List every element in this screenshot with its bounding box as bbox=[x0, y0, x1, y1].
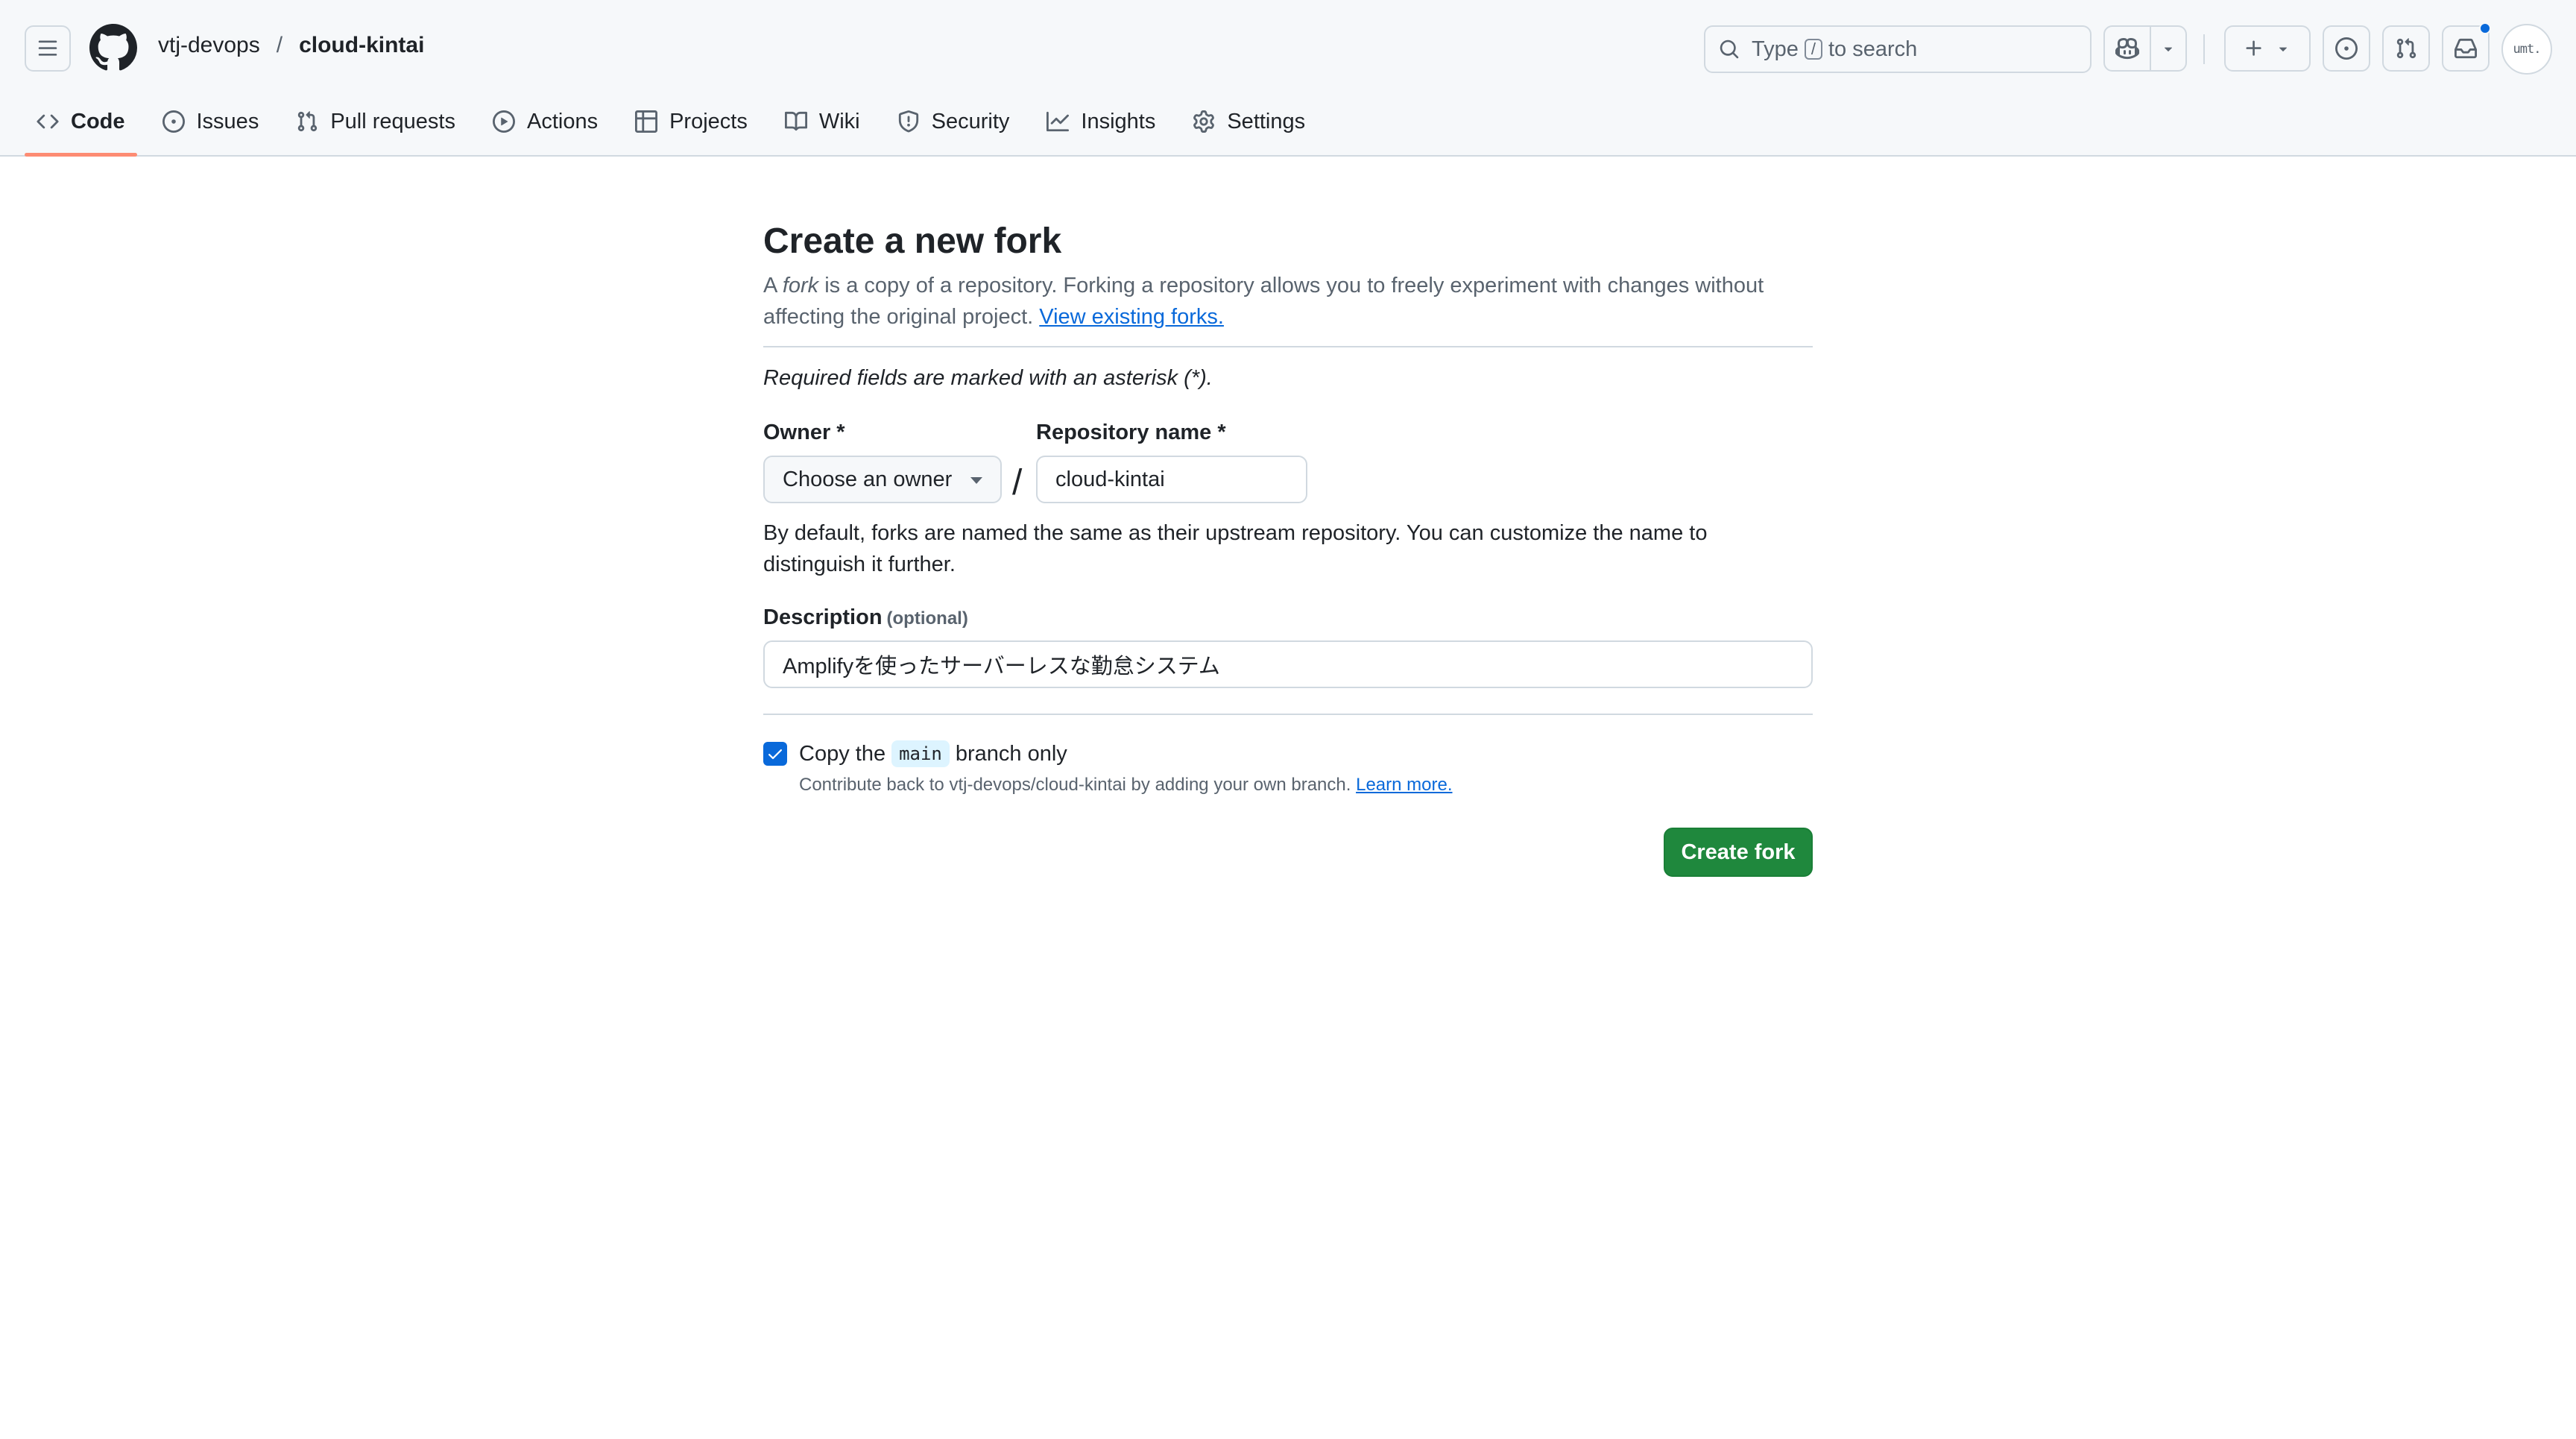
tab-insights[interactable]: Insights bbox=[1035, 98, 1167, 145]
check-icon bbox=[768, 749, 782, 760]
repo-name-label: Repository name * bbox=[1036, 421, 1226, 444]
tab-pull-requests[interactable]: Pull requests bbox=[284, 98, 467, 145]
repo-nav-tabs: Code Issues Pull requests Actions Projec… bbox=[25, 98, 1330, 157]
breadcrumb-owner-link[interactable]: vtj-devops bbox=[158, 33, 260, 58]
header-divider bbox=[2203, 34, 2205, 64]
repo-name-field: Repository name * cloud-kintai bbox=[1036, 421, 1307, 503]
description-field: Description (optional) Amplifyを使ったサーバーレスな… bbox=[763, 605, 1813, 688]
description-optional: (optional) bbox=[886, 608, 968, 629]
caret-down-icon bbox=[970, 477, 982, 484]
git-pull-request-icon bbox=[2396, 38, 2416, 59]
graph-icon bbox=[1046, 111, 1070, 132]
shield-icon bbox=[898, 110, 918, 133]
git-pull-request-icon bbox=[298, 111, 318, 132]
repo-name-input[interactable]: cloud-kintai bbox=[1036, 456, 1307, 503]
tab-settings[interactable]: Settings bbox=[1181, 98, 1317, 145]
tab-wiki[interactable]: Wiki bbox=[773, 98, 872, 145]
avatar-text: umt. bbox=[2513, 42, 2542, 57]
issue-opened-icon bbox=[162, 110, 185, 133]
intro-prefix: A bbox=[763, 274, 783, 297]
intro-text: A fork is a copy of a repository. Forkin… bbox=[763, 270, 1807, 333]
learn-more-link[interactable]: Learn more. bbox=[1356, 775, 1452, 795]
tab-actions-label: Actions bbox=[526, 109, 599, 133]
tab-code-label: Code bbox=[71, 109, 125, 133]
copy-suffix: branch only bbox=[955, 741, 1067, 766]
breadcrumb-separator: / bbox=[276, 33, 283, 57]
tab-projects-label: Projects bbox=[669, 109, 748, 133]
tab-insights-label: Insights bbox=[1081, 109, 1156, 133]
breadcrumb-repo-link[interactable]: cloud-kintai bbox=[299, 33, 424, 58]
pull-requests-button[interactable] bbox=[2382, 25, 2430, 72]
owner-select[interactable]: Choose an owner bbox=[763, 456, 1002, 503]
copy-main-branch-checkbox[interactable] bbox=[763, 742, 787, 766]
gear-icon bbox=[1193, 110, 1215, 133]
copilot-button[interactable] bbox=[2103, 25, 2151, 72]
intro-body: is a copy of a repository. Forking a rep… bbox=[763, 274, 1764, 329]
tab-actions[interactable]: Actions bbox=[481, 98, 610, 145]
top-bar: vtj-devops / cloud-kintai Type / to sear… bbox=[0, 0, 2576, 98]
create-new-button[interactable] bbox=[2224, 25, 2311, 72]
owner-repo-row: Owner * Choose an owner / Repository nam… bbox=[763, 421, 1813, 517]
hamburger-icon bbox=[38, 40, 57, 56]
search-suffix-text: to search bbox=[1828, 37, 1918, 61]
tab-wiki-label: Wiki bbox=[818, 109, 860, 133]
copilot-dropdown-button[interactable] bbox=[2151, 25, 2187, 72]
copy-note-text: Contribute back to vtj-devops/cloud-kint… bbox=[799, 775, 1351, 795]
create-fork-button[interactable]: Create fork bbox=[1664, 828, 1813, 877]
triangle-down-icon bbox=[2279, 47, 2288, 51]
owner-label: Owner * bbox=[763, 421, 845, 444]
tab-issues-label: Issues bbox=[196, 109, 259, 133]
page-title: Create a new fork bbox=[763, 221, 1062, 261]
description-input[interactable]: Amplifyを使ったサーバーレスな勤怠システム bbox=[763, 640, 1813, 688]
copilot-icon bbox=[2115, 37, 2139, 60]
copy-main-branch-text: Copy the main branch only Contribute bac… bbox=[799, 740, 1453, 796]
issue-opened-icon bbox=[2335, 37, 2358, 60]
search-input[interactable]: Type / to search bbox=[1704, 25, 2092, 73]
inbox-icon bbox=[2455, 38, 2477, 59]
tab-settings-label: Settings bbox=[1227, 109, 1306, 133]
description-label-text: Description bbox=[763, 605, 883, 629]
owner-repo-slash: / bbox=[1012, 463, 1023, 503]
owner-field: Owner * Choose an owner bbox=[763, 421, 1002, 503]
tab-security-label: Security bbox=[931, 109, 1010, 133]
tab-projects[interactable]: Projects bbox=[623, 98, 760, 145]
description-value: Amplifyを使ったサーバーレスな勤怠システム bbox=[783, 655, 1220, 678]
table-icon bbox=[635, 110, 658, 133]
menu-button[interactable] bbox=[25, 25, 71, 72]
tab-issues[interactable]: Issues bbox=[151, 98, 271, 145]
fork-form: Create a new fork A fork is a copy of a … bbox=[763, 216, 1813, 877]
copy-main-branch-note: Contribute back to vtj-devops/cloud-kint… bbox=[799, 775, 1453, 796]
divider bbox=[763, 346, 1813, 347]
search-prefix-text: Type bbox=[1752, 37, 1799, 61]
tab-security[interactable]: Security bbox=[886, 98, 1022, 145]
copy-main-branch-label[interactable]: Copy the main branch only bbox=[799, 740, 1453, 767]
required-fields-note: Required fields are marked with an aster… bbox=[763, 366, 1213, 390]
search-placeholder: Type / to search bbox=[1752, 37, 1917, 62]
book-icon bbox=[784, 111, 807, 131]
divider bbox=[763, 714, 1813, 715]
search-shortcut-key: / bbox=[1804, 39, 1822, 60]
github-logo-icon[interactable] bbox=[89, 24, 137, 72]
code-icon bbox=[37, 114, 59, 129]
issues-button[interactable] bbox=[2323, 25, 2370, 72]
intro-fork-word: fork bbox=[782, 274, 819, 297]
avatar[interactable]: umt. bbox=[2501, 24, 2552, 75]
triangle-down-icon bbox=[2164, 47, 2173, 51]
repo-name-value: cloud-kintai bbox=[1055, 467, 1165, 491]
search-icon bbox=[1720, 40, 1739, 59]
app-header: vtj-devops / cloud-kintai Type / to sear… bbox=[0, 0, 2576, 157]
description-label: Description (optional) bbox=[763, 605, 1813, 630]
view-existing-forks-link[interactable]: View existing forks. bbox=[1039, 305, 1224, 329]
owner-select-value: Choose an owner bbox=[783, 467, 953, 491]
branch-name-code: main bbox=[891, 740, 950, 767]
notification-indicator bbox=[2479, 22, 2491, 34]
play-icon bbox=[492, 110, 515, 133]
tab-pull-requests-label: Pull requests bbox=[330, 109, 455, 133]
copy-main-branch-option: Copy the main branch only Contribute bac… bbox=[763, 740, 1813, 796]
copy-prefix: Copy the bbox=[799, 741, 886, 766]
tab-code[interactable]: Code bbox=[25, 98, 137, 157]
plus-icon bbox=[2246, 40, 2261, 56]
repo-name-help: By default, forks are named the same as … bbox=[763, 521, 1708, 576]
breadcrumb: vtj-devops / cloud-kintai bbox=[158, 33, 424, 58]
